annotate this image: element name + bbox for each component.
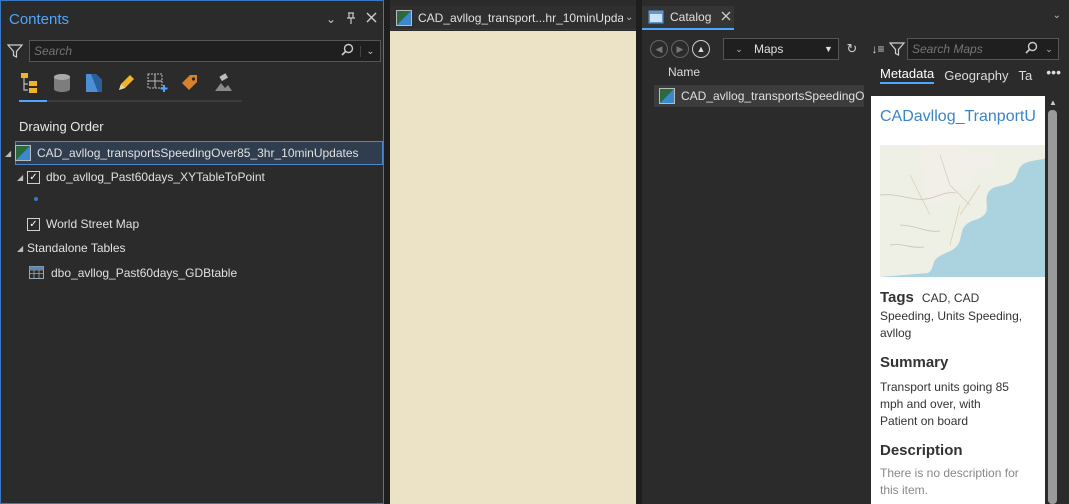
list-by-perspective-imagery-icon[interactable] [211, 71, 233, 95]
contents-title: Contents [9, 10, 70, 28]
catalog-icon [648, 10, 664, 24]
map-icon [396, 9, 412, 26]
chevron-down-icon[interactable]: ⌄ [1053, 10, 1061, 21]
location-select[interactable]: ⌄ Maps ▼ [723, 38, 839, 60]
sort-icon[interactable]: ↓≡ [867, 42, 889, 56]
contents-search-box: ⌄ [29, 40, 381, 62]
filter-icon[interactable] [889, 41, 905, 57]
list-by-selection-icon[interactable] [83, 71, 105, 95]
close-icon[interactable] [721, 10, 731, 24]
standalone-tables-label: Standalone Tables [27, 241, 126, 255]
description-line-1: There is no description for [880, 466, 1019, 480]
metadata-pane: CADavllog_TranportU Tags CAD, CAD Speedin… [871, 96, 1045, 504]
contents-pane: Contents ⌄ ⌄ [0, 0, 384, 504]
catalog-pane: Catalog ⌄ ◀ ▶ ▲ ⌄ Maps ▼ ↻ ↓≡ ⌄ [642, 0, 1069, 504]
list-by-snapping-icon[interactable] [147, 71, 169, 95]
map-name-label: CAD_avllog_transportsSpeedingOver85_3hr_… [37, 146, 359, 160]
layer-name-label: dbo_avllog_Past60days_XYTableToPoint [46, 170, 265, 184]
tree-item-basemap[interactable]: ✓ World Street Map [27, 217, 139, 231]
list-by-labeling-icon[interactable] [179, 71, 201, 95]
tab-metadata[interactable]: Metadata [880, 66, 935, 84]
catalog-toolbar: ◀ ▶ ▲ ⌄ Maps ▼ ↻ ↓≡ ⌄ [650, 38, 1060, 60]
search-icon[interactable] [1022, 41, 1040, 57]
table-name-label: dbo_avllog_Past60days_GDBtable [51, 266, 238, 280]
toolbar-underline [19, 100, 242, 102]
map-view-tab-label: CAD_avllog_transport...hr_10minUpda [418, 10, 623, 25]
tab-geography[interactable]: Geography [944, 68, 1008, 83]
summary-line-2: mph and over, with [880, 397, 981, 411]
catalog-search-input[interactable] [912, 42, 1022, 56]
forward-icon[interactable]: ▶ [671, 40, 689, 58]
up-icon[interactable]: ▲ [692, 40, 710, 58]
chevron-down-icon[interactable]: ⌄ [724, 44, 754, 55]
catalog-tab[interactable]: Catalog [642, 6, 734, 30]
scroll-up-icon[interactable]: ▲ [1049, 98, 1057, 107]
map-view-tab[interactable]: CAD_avllog_transport...hr_10minUpda ⌄ [390, 6, 636, 30]
map-view: CAD_avllog_transport...hr_10minUpda ⌄ [390, 0, 636, 504]
tree-item-standalone-tables[interactable]: ◢ Standalone Tables [17, 241, 126, 255]
tree-item-table[interactable]: dbo_avllog_Past60days_GDBtable [29, 265, 237, 281]
map-canvas[interactable] [390, 31, 636, 504]
more-options-icon[interactable]: ••• [1046, 64, 1061, 80]
expand-triangle-icon[interactable]: ◢ [17, 173, 27, 182]
tree-item-layer[interactable]: ◢ ✓ dbo_avllog_Past60days_XYTableToPoint [17, 170, 265, 184]
tab-dropdown-icon[interactable]: ⌄ [625, 12, 633, 23]
expand-triangle-icon[interactable]: ◢ [17, 244, 27, 253]
refresh-icon[interactable]: ↻ [843, 41, 861, 57]
tags-value-2: Speeding, Units Speeding, [880, 309, 1023, 323]
summary-line-1: Transport units going 85 [880, 380, 1009, 394]
description-heading: Description [880, 442, 963, 459]
metadata-scrollbar[interactable]: ▲ [1045, 96, 1061, 504]
app-window: Contents ⌄ ⌄ [0, 0, 1069, 504]
metadata-title: CADavllog_TranportU [880, 108, 1036, 125]
tree-item-map[interactable]: ◢ CAD_avllog_transportsSpeedingOver85_3h… [5, 145, 359, 161]
catalog-tab-label: Catalog [670, 10, 712, 24]
contents-search-input[interactable] [34, 44, 334, 58]
summary-heading: Summary [880, 354, 949, 371]
basemap-name-label: World Street Map [46, 217, 140, 231]
back-icon[interactable]: ◀ [650, 40, 668, 58]
tags-heading: Tags CAD, CAD [880, 289, 980, 306]
basemap-visibility-checkbox[interactable]: ✓ [27, 217, 40, 231]
point-symbol-icon [34, 197, 38, 201]
scrollbar-thumb[interactable] [1048, 110, 1057, 504]
expand-triangle-icon[interactable]: ◢ [5, 149, 15, 158]
list-by-drawing-order-icon[interactable] [19, 71, 41, 95]
location-label: Maps [754, 42, 784, 56]
list-by-data-source-icon[interactable] [51, 71, 73, 95]
description-line-2: this item. [880, 483, 929, 497]
close-icon[interactable] [366, 12, 377, 26]
summary-line-3: Patient on board [880, 414, 969, 428]
map-icon [15, 145, 31, 161]
contents-toolbar [19, 71, 233, 95]
list-by-editing-icon[interactable] [115, 71, 137, 95]
tab-table[interactable]: Ta [1019, 68, 1033, 83]
map-thumbnail [880, 145, 1045, 277]
filter-icon[interactable] [7, 43, 23, 59]
catalog-search-box: ⌄ [907, 38, 1059, 60]
table-icon [29, 266, 44, 279]
map-icon [659, 88, 675, 104]
details-tabs: Metadata Geography Ta ••• [880, 64, 1069, 86]
chevron-down-icon[interactable]: ⌄ [1040, 44, 1058, 55]
pin-icon[interactable] [346, 11, 356, 27]
catalog-item-label: CAD_avllog_transportsSpeedingOv [681, 89, 864, 103]
chevron-down-icon[interactable]: ⌄ [360, 45, 380, 57]
layer-visibility-checkbox[interactable]: ✓ [27, 170, 40, 184]
name-column-header[interactable]: Name [668, 65, 700, 79]
contents-header: Contents ⌄ [1, 1, 383, 37]
dropdown-arrow-icon[interactable]: ▼ [824, 44, 838, 54]
catalog-item[interactable]: CAD_avllog_transportsSpeedingOv [654, 85, 864, 107]
contents-search-row: ⌄ [7, 40, 381, 62]
pane-options-icon[interactable]: ⌄ [326, 12, 336, 26]
drawing-order-heading: Drawing Order [19, 119, 104, 134]
tags-value-3: avllog [880, 326, 912, 340]
tags-value-1: CAD, CAD [921, 291, 980, 305]
search-icon[interactable] [334, 43, 360, 59]
